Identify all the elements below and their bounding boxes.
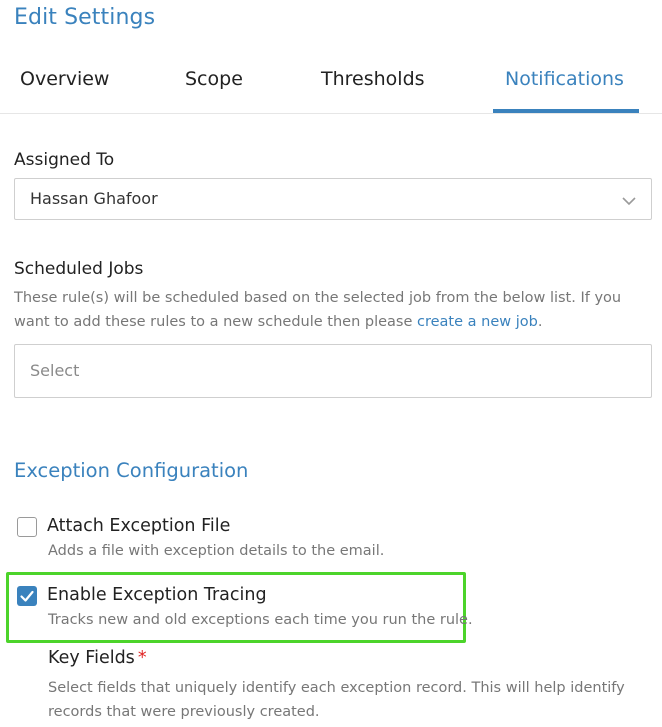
key-fields-label-text: Key Fields bbox=[48, 648, 135, 668]
edit-settings-page: Edit Settings Overview Scope Thresholds … bbox=[0, 0, 662, 727]
checkmark-icon bbox=[20, 590, 34, 602]
tab-thresholds[interactable]: Thresholds bbox=[321, 68, 425, 90]
chevron-down-icon bbox=[622, 197, 636, 206]
enable-tracing-highlight bbox=[6, 572, 466, 643]
exception-configuration-title: Exception Configuration bbox=[14, 459, 249, 482]
key-fields-description: Select fields that uniquely identify eac… bbox=[48, 680, 625, 720]
assigned-to-select[interactable]: Hassan Ghafoor bbox=[14, 178, 652, 220]
scheduled-jobs-label: Scheduled Jobs bbox=[14, 259, 144, 279]
required-asterisk: * bbox=[137, 648, 147, 668]
scheduled-jobs-placeholder: Select bbox=[30, 361, 80, 380]
create-new-job-link[interactable]: create a new job bbox=[417, 314, 538, 330]
key-fields-label: Key Fields * bbox=[48, 648, 147, 668]
active-tab-indicator bbox=[493, 109, 639, 113]
enable-exception-tracing-description: Tracks new and old exceptions each time … bbox=[48, 612, 473, 628]
scheduled-jobs-description: These rule(s) will be scheduled based on… bbox=[14, 286, 654, 334]
attach-exception-file-label: Attach Exception File bbox=[47, 516, 231, 536]
assigned-to-value: Hassan Ghafoor bbox=[30, 189, 158, 208]
enable-exception-tracing-checkbox[interactable] bbox=[17, 586, 37, 606]
attach-exception-file-description: Adds a file with exception details to th… bbox=[48, 543, 385, 559]
enable-exception-tracing-label: Enable Exception Tracing bbox=[47, 585, 267, 605]
attach-exception-file-checkbox[interactable] bbox=[17, 517, 37, 537]
scheduled-jobs-select[interactable]: Select bbox=[14, 344, 652, 398]
scheduled-jobs-description-suffix: . bbox=[537, 314, 543, 330]
page-title: Edit Settings bbox=[14, 5, 156, 30]
tab-notifications[interactable]: Notifications bbox=[505, 68, 624, 90]
assigned-to-label: Assigned To bbox=[14, 150, 115, 170]
tab-scope[interactable]: Scope bbox=[185, 68, 243, 90]
tab-overview[interactable]: Overview bbox=[20, 68, 109, 90]
tab-bar: Overview Scope Thresholds Notifications bbox=[0, 58, 662, 114]
